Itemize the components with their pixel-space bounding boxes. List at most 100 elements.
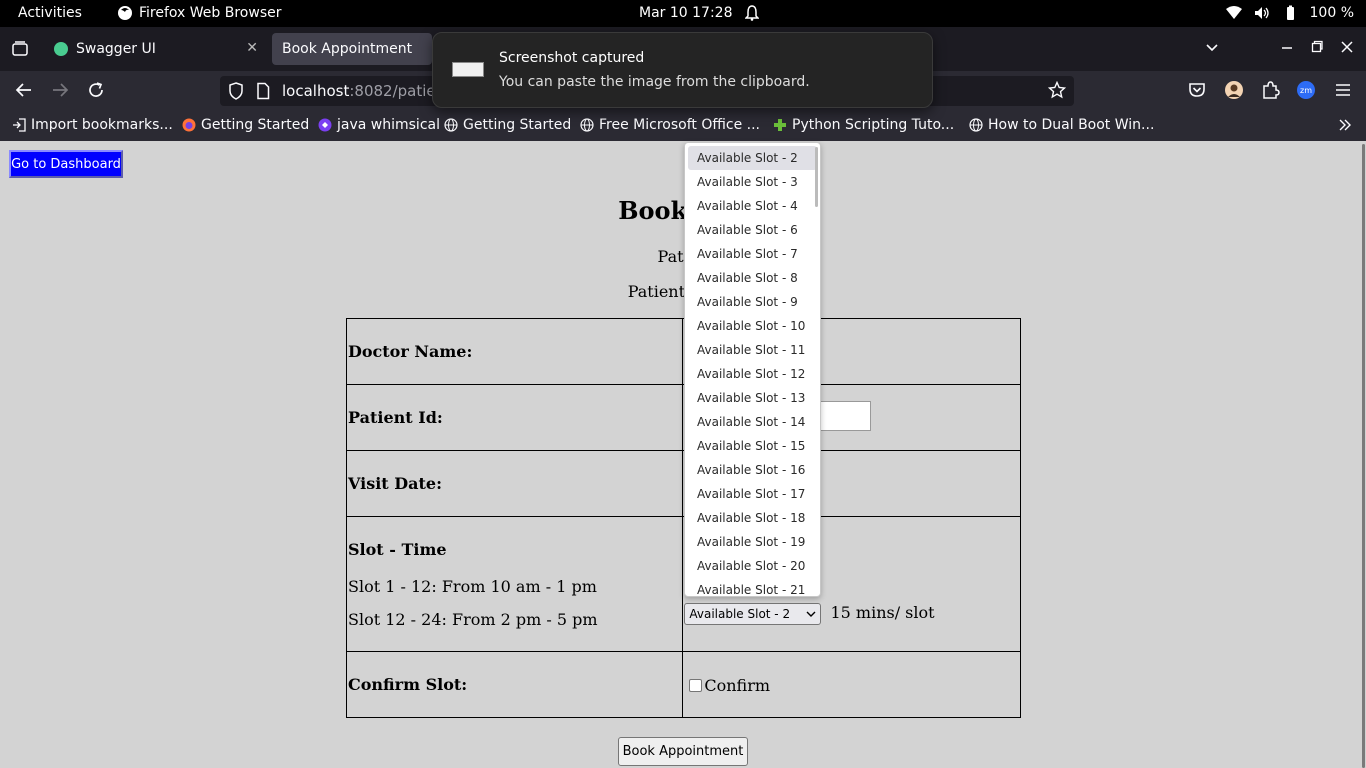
clock[interactable]: Mar 10 17:28: [639, 5, 732, 21]
patient-id-label: Patient Id:: [345, 384, 684, 451]
bookmark-label: Import bookmarks...: [31, 117, 173, 133]
slot-option[interactable]: Available Slot - 8: [688, 266, 817, 290]
page-title: Book App: [618, 196, 748, 225]
tab-book-appointment[interactable]: Book Appointment: [272, 33, 432, 65]
doctor-name-label: Doctor Name:: [345, 318, 684, 385]
close-tab-icon[interactable]: ✕: [246, 40, 258, 56]
system-tray[interactable]: 100 %: [1225, 5, 1354, 21]
slot-option[interactable]: Available Slot - 13: [688, 386, 817, 410]
chevron-down-icon: [806, 611, 816, 617]
globe-icon: [444, 118, 458, 132]
swagger-icon: [54, 42, 68, 56]
slot-dropdown-list[interactable]: Available Slot - 2 Available Slot - 3 Avai…: [684, 142, 821, 597]
whimsical-icon: [318, 118, 332, 132]
slot-option[interactable]: Available Slot - 10: [688, 314, 817, 338]
slot-option[interactable]: Available Slot - 21: [688, 578, 817, 596]
zoom-extension-icon[interactable]: zm: [1296, 80, 1318, 102]
confirm-slot-label: Confirm Slot:: [345, 651, 684, 718]
slot-option[interactable]: Available Slot - 15: [688, 434, 817, 458]
app-name: Firefox Web Browser: [139, 5, 282, 21]
patient-id-input[interactable]: [820, 400, 872, 431]
bookmarks-toolbar: Import bookmarks... Getting Started java…: [0, 111, 1366, 141]
go-to-dashboard-button[interactable]: Go to Dashboard: [9, 150, 123, 178]
slot-info-morning: Slot 1 - 12: From 10 am - 1 pm: [348, 576, 597, 596]
forward-icon[interactable]: [50, 81, 70, 101]
bookmark-label: Python Scripting Tuto...: [792, 117, 955, 133]
bookmark-star-icon[interactable]: [1047, 80, 1067, 104]
screenshot-notification[interactable]: Screenshot captured You can paste the im…: [432, 32, 933, 108]
slot-option[interactable]: Available Slot - 19: [688, 530, 817, 554]
import-icon: [13, 118, 26, 132]
slot-info-afternoon: Slot 12 - 24: From 2 pm - 5 pm: [348, 609, 598, 629]
slot-option[interactable]: Available Slot - 11: [688, 338, 817, 362]
tracking-protection-icon[interactable]: [228, 82, 244, 104]
bookmark-python-scripting[interactable]: Python Scripting Tuto...: [773, 117, 954, 133]
minimize-icon[interactable]: [1281, 39, 1293, 59]
slot-duration-text: 15 mins/ slot: [830, 603, 935, 622]
confirm-checkbox-label[interactable]: Confirm: [704, 676, 770, 695]
slot-option[interactable]: Available Slot - 16: [688, 458, 817, 482]
firefox-icon: [118, 6, 132, 20]
page-info-icon[interactable]: [256, 82, 270, 104]
back-icon[interactable]: [14, 81, 34, 101]
battery-percent: 100 %: [1309, 5, 1354, 21]
url-path: :8082/patien: [349, 82, 446, 100]
slot-option[interactable]: Available Slot - 6: [688, 218, 817, 242]
tab-swagger-ui[interactable]: Swagger UI ✕: [44, 33, 268, 65]
notification-body: You can paste the image from the clipboa…: [499, 74, 810, 90]
patient-name-text: Patient Name: [627, 282, 739, 301]
bookmark-label: Getting Started: [201, 117, 310, 133]
slot-option[interactable]: Available Slot - 17: [688, 482, 817, 506]
bookmark-free-microsoft-office[interactable]: Free Microsoft Office ...: [580, 117, 760, 133]
slot-option[interactable]: Available Slot - 7: [688, 242, 817, 266]
globe-icon: [969, 118, 983, 132]
account-avatar[interactable]: [1224, 80, 1246, 102]
url-text[interactable]: localhost:8082/patien: [282, 82, 445, 100]
tab-label: Swagger UI: [76, 41, 156, 57]
hamburger-menu-icon[interactable]: [1333, 80, 1355, 102]
slot-option[interactable]: Available Slot - 14: [688, 410, 817, 434]
reload-icon[interactable]: [86, 81, 106, 101]
maximize-icon[interactable]: [1311, 39, 1323, 59]
pocket-icon[interactable]: [1187, 80, 1209, 102]
confirm-checkbox[interactable]: [689, 678, 703, 692]
bookmark-label: Getting Started: [463, 117, 572, 133]
page-scrollbar[interactable]: [1360, 141, 1366, 768]
activities-button[interactable]: Activities: [18, 5, 82, 21]
notification-title: Screenshot captured: [499, 50, 645, 66]
page-content: Go to Dashboard Book App Patien Patient …: [0, 141, 1366, 768]
more-bookmarks-icon[interactable]: [1338, 118, 1352, 132]
scrollbar-thumb[interactable]: [1362, 144, 1365, 768]
slot-option[interactable]: Available Slot - 18: [688, 506, 817, 530]
patient-id-text: Patien: [657, 247, 709, 266]
slot-option[interactable]: Available Slot - 20: [688, 554, 817, 578]
notification-bell-icon: [744, 5, 760, 25]
slot-time-cell: Slot - Time Slot 1 - 12: From 10 am - 1 …: [345, 516, 684, 652]
list-all-tabs-icon[interactable]: [1204, 39, 1220, 59]
slot-option[interactable]: Available Slot - 2: [688, 146, 817, 170]
close-window-icon[interactable]: [1341, 39, 1353, 59]
bookmark-getting-started-firefox[interactable]: Getting Started: [182, 117, 309, 133]
svg-text:zm: zm: [1300, 86, 1312, 95]
bookmark-getting-started[interactable]: Getting Started: [444, 117, 571, 133]
bookmark-import[interactable]: Import bookmarks...: [12, 117, 173, 133]
screenshot-thumbnail: [452, 62, 484, 77]
app-menu[interactable]: Firefox Web Browser: [117, 5, 282, 21]
firefox-view-icon[interactable]: [10, 39, 30, 59]
wifi-icon: [1225, 6, 1242, 19]
url-host: localhost: [282, 82, 350, 100]
bookmark-dual-boot[interactable]: How to Dual Boot Win...: [969, 117, 1154, 133]
dropdown-scrollbar[interactable]: [815, 147, 818, 207]
book-appointment-button[interactable]: Book Appointment: [618, 737, 748, 766]
firefox-icon: [182, 118, 196, 132]
slot-option[interactable]: Available Slot - 9: [688, 290, 817, 314]
bookmark-label: Free Microsoft Office ...: [599, 117, 760, 133]
slot-select[interactable]: Available Slot - 2: [684, 603, 822, 625]
bookmark-label: java whimsical: [337, 117, 440, 133]
slot-option[interactable]: Available Slot - 3: [688, 170, 817, 194]
extensions-icon[interactable]: [1260, 80, 1282, 102]
volume-icon: [1254, 7, 1269, 19]
slot-option[interactable]: Available Slot - 4: [688, 194, 817, 218]
bookmark-java-whimsical[interactable]: java whimsical: [318, 117, 440, 133]
slot-option[interactable]: Available Slot - 12: [688, 362, 817, 386]
